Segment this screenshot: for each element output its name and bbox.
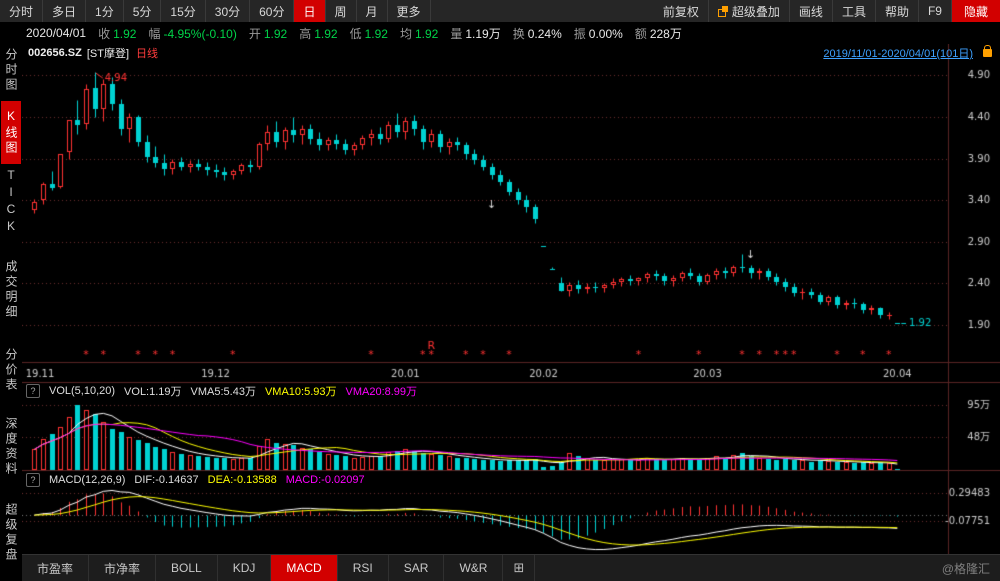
toolbar-item-30min[interactable]: 30分	[206, 0, 250, 22]
tab-pe-ratio[interactable]: 市盈率	[22, 555, 89, 581]
field-value: 1.19万	[465, 27, 500, 41]
quote-info-bar: 2020/04/01 收1.92 幅-4.95%(-0.10) 开1.92 高1…	[0, 22, 1000, 44]
vma20-value: VMA20:8.99万	[346, 383, 418, 399]
toolbar-item-tools[interactable]: 工具	[833, 0, 876, 22]
watermark: @格隆汇	[942, 560, 990, 577]
left-sidebar: 分时图 K线图 TICK 成交明细 分价表 深度资料 超级复盘	[0, 44, 22, 581]
field-value: 1.92	[415, 27, 438, 41]
macd-indicator-name[interactable]: MACD(12,26,9)	[49, 474, 125, 486]
top-toolbar: 分时 多日 1分 5分 15分 30分 60分 日 周 月 更多 前复权 超级叠…	[0, 0, 1000, 22]
field-value: 228万	[650, 27, 682, 41]
field-label: 振	[574, 27, 586, 41]
sidebar-item-super-review[interactable]: 超级复盘	[1, 503, 21, 563]
quote-close: 收1.92	[98, 25, 136, 42]
toolbar-item-5min[interactable]: 5分	[124, 0, 162, 22]
lock-icon[interactable]	[983, 49, 992, 57]
field-label: 换	[513, 27, 525, 41]
quote-volume: 量1.19万	[450, 25, 500, 42]
tab-pb-ratio[interactable]: 市净率	[89, 555, 156, 581]
indicator-grid-button[interactable]: ⊞	[503, 555, 535, 581]
field-value: 0.00%	[589, 27, 623, 41]
toolbar-item-draw-line[interactable]: 画线	[790, 0, 833, 22]
field-label: 量	[450, 27, 462, 41]
quote-high: 高1.92	[299, 25, 337, 42]
quote-turnover-rate: 换0.24%	[513, 25, 562, 42]
vol-indicator-name[interactable]: VOL(5,10,20)	[49, 385, 115, 397]
toolbar-item-qfq[interactable]: 前复权	[654, 0, 709, 22]
sidebar-item-price-table[interactable]: 分价表	[1, 348, 21, 393]
toolbar-item-duori[interactable]: 多日	[43, 0, 86, 22]
field-value: 1.92	[365, 27, 388, 41]
quote-open: 开1.92	[249, 25, 287, 42]
chart-period-label: 日线	[136, 45, 158, 61]
overlay-icon	[718, 6, 728, 16]
dif-value: DIF:-0.14637	[134, 474, 198, 486]
macd-value: MACD:-0.02097	[286, 474, 365, 486]
toolbar-item-hide[interactable]: 隐藏	[952, 0, 1000, 22]
tab-kdj[interactable]: KDJ	[218, 555, 272, 581]
field-label: 高	[299, 27, 311, 41]
toolbar-item-weekly[interactable]: 周	[326, 0, 357, 22]
field-label: 收	[98, 27, 110, 41]
vma10-value: VMA10:5.93万	[265, 383, 337, 399]
quote-low: 低1.92	[350, 25, 388, 42]
field-value: 0.24%	[528, 27, 562, 41]
sidebar-item-depth-info[interactable]: 深度资料	[1, 417, 21, 477]
toolbar-item-1min[interactable]: 1分	[86, 0, 124, 22]
help-icon[interactable]: ?	[26, 384, 40, 398]
chart-main-area: 002656.SZ [ST摩登] 日线 2019/11/01-2020/04/0…	[22, 44, 1000, 581]
date-range-link[interactable]: 2019/11/01-2020/04/01(101日)	[823, 45, 973, 61]
stock-code: 002656.SZ	[28, 47, 82, 59]
tab-boll[interactable]: BOLL	[156, 555, 218, 581]
field-value: 1.92	[264, 27, 287, 41]
stock-name: [ST摩登]	[87, 45, 129, 61]
toolbar-item-monthly[interactable]: 月	[357, 0, 388, 22]
field-label: 幅	[148, 27, 160, 41]
vma5-value: VMA5:5.43万	[191, 383, 256, 399]
sidebar-item-kline-chart[interactable]: K线图	[1, 101, 21, 164]
toolbar-item-label: 超级叠加	[732, 3, 780, 20]
toolbar-item-super-overlay[interactable]: 超级叠加	[709, 0, 790, 22]
sidebar-item-tick[interactable]: TICK	[1, 168, 21, 236]
quote-avg: 均1.92	[400, 25, 438, 42]
sidebar-item-time-chart[interactable]: 分时图	[1, 48, 21, 93]
toolbar-item-daily[interactable]: 日	[294, 0, 325, 22]
sidebar-item-trade-detail[interactable]: 成交明细	[1, 260, 21, 320]
field-value: -4.95%(-0.10)	[163, 27, 236, 41]
toolbar-right-group: 前复权 超级叠加 画线 工具 帮助 F9 隐藏	[654, 0, 1000, 22]
tab-rsi[interactable]: RSI	[338, 555, 389, 581]
indicator-tabs-bar: 市盈率 市净率 BOLL KDJ MACD RSI SAR W&R ⊞ @格隆汇	[22, 554, 1000, 581]
quote-amount: 额228万	[635, 25, 682, 42]
toolbar-item-help[interactable]: 帮助	[876, 0, 919, 22]
toolbar-item-60min[interactable]: 60分	[250, 0, 294, 22]
field-label: 均	[400, 27, 412, 41]
quote-amplitude: 振0.00%	[574, 25, 623, 42]
help-icon[interactable]: ?	[26, 473, 40, 487]
field-label: 额	[635, 27, 647, 41]
macd-pane-header: ? MACD(12,26,9) DIF:-0.14637 DEA:-0.1358…	[26, 472, 374, 487]
chart-header: 002656.SZ [ST摩登] 日线 2019/11/01-2020/04/0…	[22, 44, 1000, 62]
quote-date: 2020/04/01	[26, 26, 86, 40]
toolbar-item-fenshi[interactable]: 分时	[0, 0, 43, 22]
field-label: 开	[249, 27, 261, 41]
field-label: 低	[350, 27, 362, 41]
tab-wr[interactable]: W&R	[444, 555, 503, 581]
vol-value: VOL:1.19万	[124, 383, 181, 399]
tab-sar[interactable]: SAR	[389, 555, 445, 581]
field-value: 1.92	[314, 27, 337, 41]
field-value: 1.92	[113, 27, 136, 41]
toolbar-item-more[interactable]: 更多	[388, 0, 431, 22]
toolbar-item-f9[interactable]: F9	[919, 0, 952, 22]
tab-macd[interactable]: MACD	[271, 555, 337, 581]
toolbar-item-15min[interactable]: 15分	[161, 0, 205, 22]
dea-value: DEA:-0.13588	[208, 474, 277, 486]
volume-pane-header: ? VOL(5,10,20) VOL:1.19万 VMA5:5.43万 VMA1…	[26, 383, 426, 398]
quote-change: 幅-4.95%(-0.10)	[148, 25, 236, 42]
